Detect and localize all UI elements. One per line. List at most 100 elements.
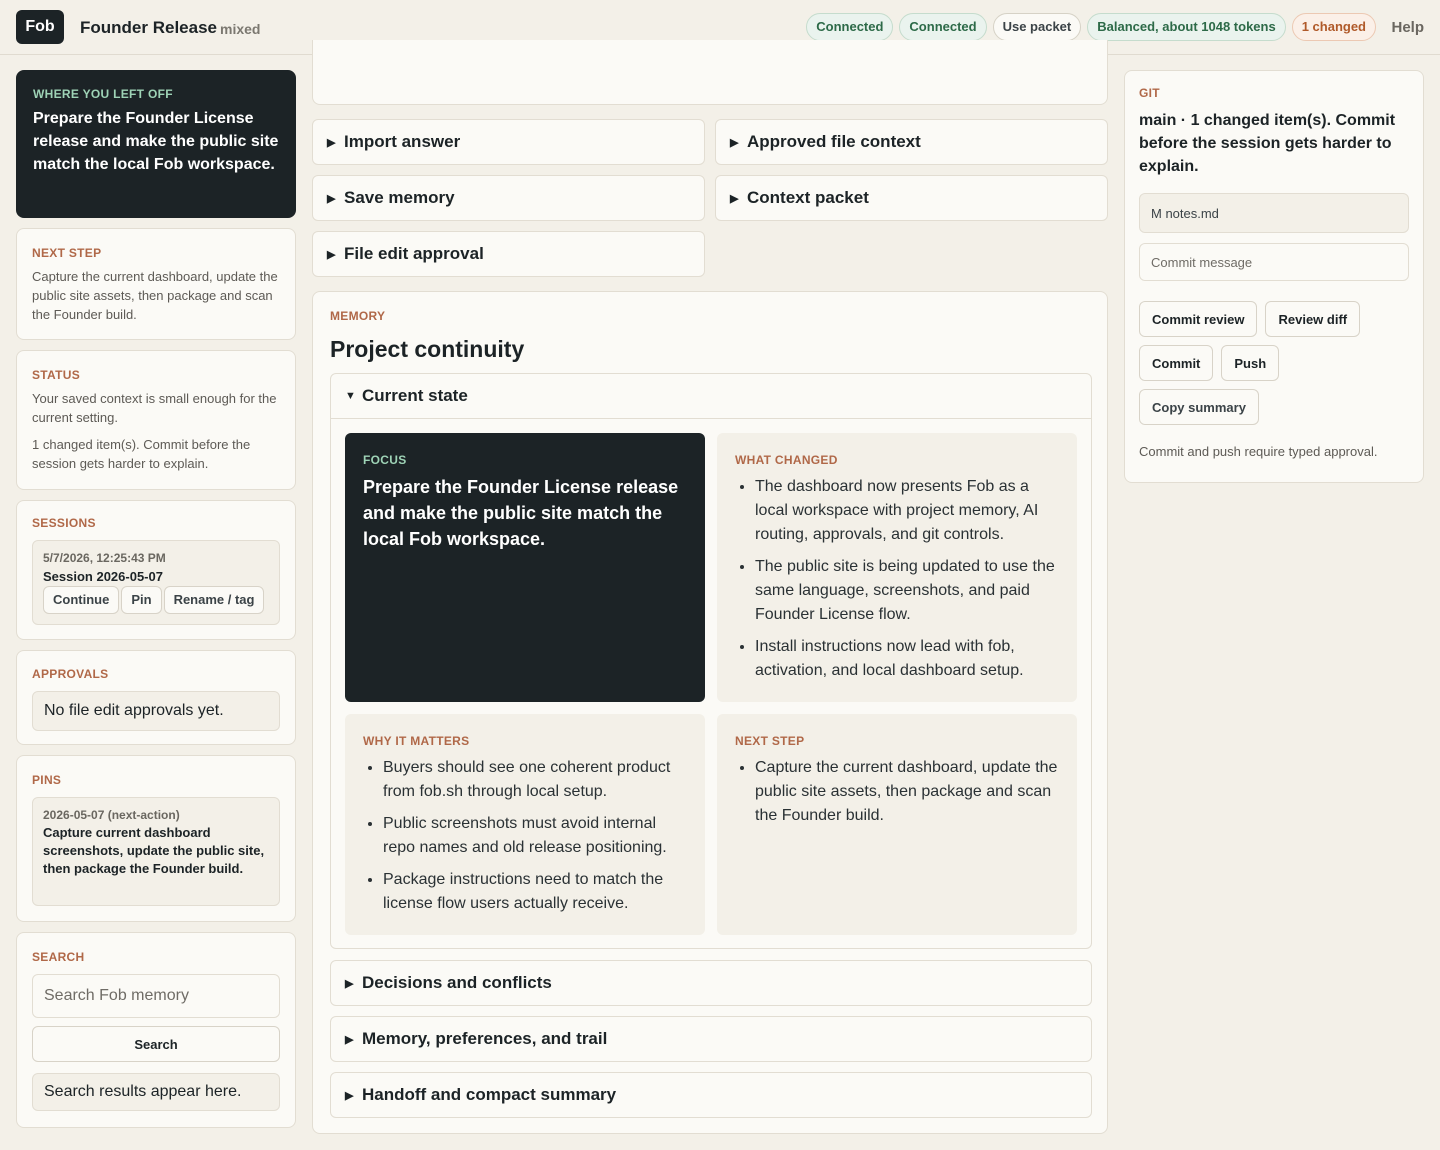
what-changed-list: The dashboard now presents Fob as a loca… (735, 475, 1059, 683)
why-it-matters-label: WHY IT MATTERS (363, 734, 470, 748)
file-edit-approval-accordion[interactable]: ▶ File edit approval (312, 231, 705, 277)
focus-label: FOCUS (363, 453, 407, 467)
accordion-label: Memory, preferences, and trail (362, 1029, 608, 1048)
accordion-label: File edit approval (344, 244, 484, 263)
expand-triangle-icon: ▶ (327, 136, 336, 149)
handoff-accordion[interactable]: ▶ Handoff and compact summary (330, 1072, 1092, 1118)
list-item: Capture the current dashboard, update th… (755, 756, 1059, 828)
connected-badge[interactable]: Connected (806, 13, 894, 41)
commit-button[interactable]: Commit (1139, 345, 1214, 381)
git-card: GIT main · 1 changed item(s). Commit bef… (1124, 70, 1424, 483)
search-results: Search results appear here. (32, 1073, 280, 1111)
expand-triangle-icon: ▶ (327, 192, 336, 205)
search-input[interactable] (32, 974, 280, 1018)
why-it-matters-list: Buyers should see one coherent product f… (363, 756, 687, 916)
search-card: SEARCH Search Search results appear here… (16, 932, 296, 1128)
where-text: Prepare the Founder License release and … (33, 110, 279, 173)
search-button[interactable]: Search (32, 1026, 280, 1062)
pin-meta: 2026-05-07 (next-action) (43, 808, 180, 822)
accordion-label: Save memory (344, 188, 455, 207)
expand-triangle-icon: ▶ (345, 977, 354, 990)
pins-label: PINS (32, 773, 62, 787)
git-summary: main · 1 changed item(s). Commit before … (1139, 112, 1396, 175)
next-step-card: NEXT STEP Capture the current dashboard,… (16, 228, 296, 340)
session-name: Session 2026-05-07 (43, 569, 163, 584)
next-step-panel-label: NEXT STEP (735, 734, 805, 748)
status-text: Your saved context is small enough for t… (32, 391, 277, 425)
status-label: STATUS (32, 368, 81, 382)
connected-badge[interactable]: Connected (899, 13, 987, 41)
focus-text: Prepare the Founder License release and … (363, 477, 679, 549)
memory-preferences-accordion[interactable]: ▶ Memory, preferences, and trail (330, 1016, 1092, 1062)
approvals-label: APPROVALS (32, 667, 109, 681)
accordion-label: Approved file context (747, 132, 921, 151)
top-panel-remainder (312, 40, 1108, 105)
accordion-label: Import answer (344, 132, 461, 151)
expand-triangle-icon: ▶ (345, 1033, 354, 1046)
list-item: The dashboard now presents Fob as a loca… (755, 475, 1059, 547)
approvals-empty-state: No file edit approvals yet. (32, 691, 280, 731)
pin-button[interactable]: Pin (121, 586, 162, 614)
list-item: The public site is being updated to use … (755, 555, 1059, 627)
memory-card: MEMORY Project continuity ▼ Current stat… (312, 291, 1108, 1134)
list-item: Buyers should see one coherent product f… (383, 756, 687, 804)
git-label: GIT (1139, 86, 1160, 100)
status-pills: Connected Connected Use packet Balanced,… (806, 13, 1376, 41)
continue-button[interactable]: Continue (43, 586, 120, 614)
expand-triangle-icon: ▶ (327, 248, 336, 261)
sessions-label: SESSIONS (32, 516, 96, 530)
list-item: Package instructions need to match the l… (383, 868, 687, 916)
status-changes: 1 changed item(s). Commit before the ses… (32, 437, 251, 471)
project-title: Founder Release (80, 18, 217, 37)
what-changed-panel: WHAT CHANGED The dashboard now presents … (717, 433, 1077, 702)
approved-file-context-accordion[interactable]: ▶ Approved file context (715, 119, 1108, 165)
pin-text: Capture current dashboard screenshots, u… (43, 825, 265, 876)
use-packet-badge[interactable]: Use packet (992, 13, 1082, 41)
pin-item[interactable]: 2026-05-07 (next-action) Capture current… (32, 797, 280, 906)
next-step-label: NEXT STEP (32, 246, 102, 260)
import-answer-accordion[interactable]: ▶ Import answer (312, 119, 705, 165)
save-memory-accordion[interactable]: ▶ Save memory (312, 175, 705, 221)
current-state-section: ▼ Current state FOCUS Prepare the Founde… (330, 373, 1092, 949)
project-mode: mixed (220, 21, 261, 37)
review-diff-button[interactable]: Review diff (1265, 301, 1361, 337)
fob-logo[interactable]: Fob (16, 10, 64, 44)
list-item: Install instructions now lead with fob, … (755, 635, 1059, 683)
decisions-accordion[interactable]: ▶ Decisions and conflicts (330, 960, 1092, 1006)
accordion-label: Handoff and compact summary (362, 1085, 617, 1104)
list-item: Public screenshots must avoid internal r… (383, 812, 687, 860)
session-date: 5/7/2026, 12:25:43 PM (43, 551, 166, 565)
memory-label: MEMORY (330, 309, 386, 323)
rename-tag-button[interactable]: Rename / tag (163, 586, 265, 614)
help-link[interactable]: Help (1391, 19, 1424, 36)
git-approval-note: Commit and push require typed approval. (1139, 444, 1378, 459)
commit-review-button[interactable]: Commit review (1139, 301, 1258, 337)
next-step-list: Capture the current dashboard, update th… (735, 756, 1059, 828)
sessions-card: SESSIONS 5/7/2026, 12:25:43 PM Session 2… (16, 500, 296, 640)
focus-panel: FOCUS Prepare the Founder License releas… (345, 433, 705, 702)
pins-card: PINS 2026-05-07 (next-action) Capture cu… (16, 755, 296, 922)
commit-message-input[interactable] (1139, 243, 1409, 281)
expand-triangle-icon: ▶ (730, 192, 739, 205)
current-state-header[interactable]: ▼ Current state (331, 374, 1091, 419)
where-label: WHERE YOU LEFT OFF (33, 87, 173, 101)
current-state-title: Current state (362, 386, 468, 405)
accordion-label: Decisions and conflicts (362, 973, 552, 992)
token-budget-badge[interactable]: Balanced, about 1048 tokens (1087, 13, 1286, 41)
why-it-matters-panel: WHY IT MATTERS Buyers should see one coh… (345, 714, 705, 935)
expand-triangle-icon: ▶ (345, 1089, 354, 1102)
status-card: STATUS Your saved context is small enoug… (16, 350, 296, 490)
changed-file-item[interactable]: M notes.md (1139, 193, 1409, 233)
approvals-card: APPROVALS No file edit approvals yet. (16, 650, 296, 745)
memory-title: Project continuity (330, 336, 525, 362)
copy-summary-button[interactable]: Copy summary (1139, 389, 1259, 425)
next-step-text: Capture the current dashboard, update th… (32, 269, 278, 322)
what-changed-label: WHAT CHANGED (735, 453, 838, 467)
collapse-triangle-icon: ▼ (345, 390, 356, 402)
session-item[interactable]: 5/7/2026, 12:25:43 PM Session 2026-05-07… (32, 540, 280, 625)
context-packet-accordion[interactable]: ▶ Context packet (715, 175, 1108, 221)
where-you-left-off-card: WHERE YOU LEFT OFF Prepare the Founder L… (16, 70, 296, 218)
push-button[interactable]: Push (1221, 345, 1280, 381)
changed-count-badge[interactable]: 1 changed (1291, 13, 1376, 41)
next-step-panel: NEXT STEP Capture the current dashboard,… (717, 714, 1077, 935)
